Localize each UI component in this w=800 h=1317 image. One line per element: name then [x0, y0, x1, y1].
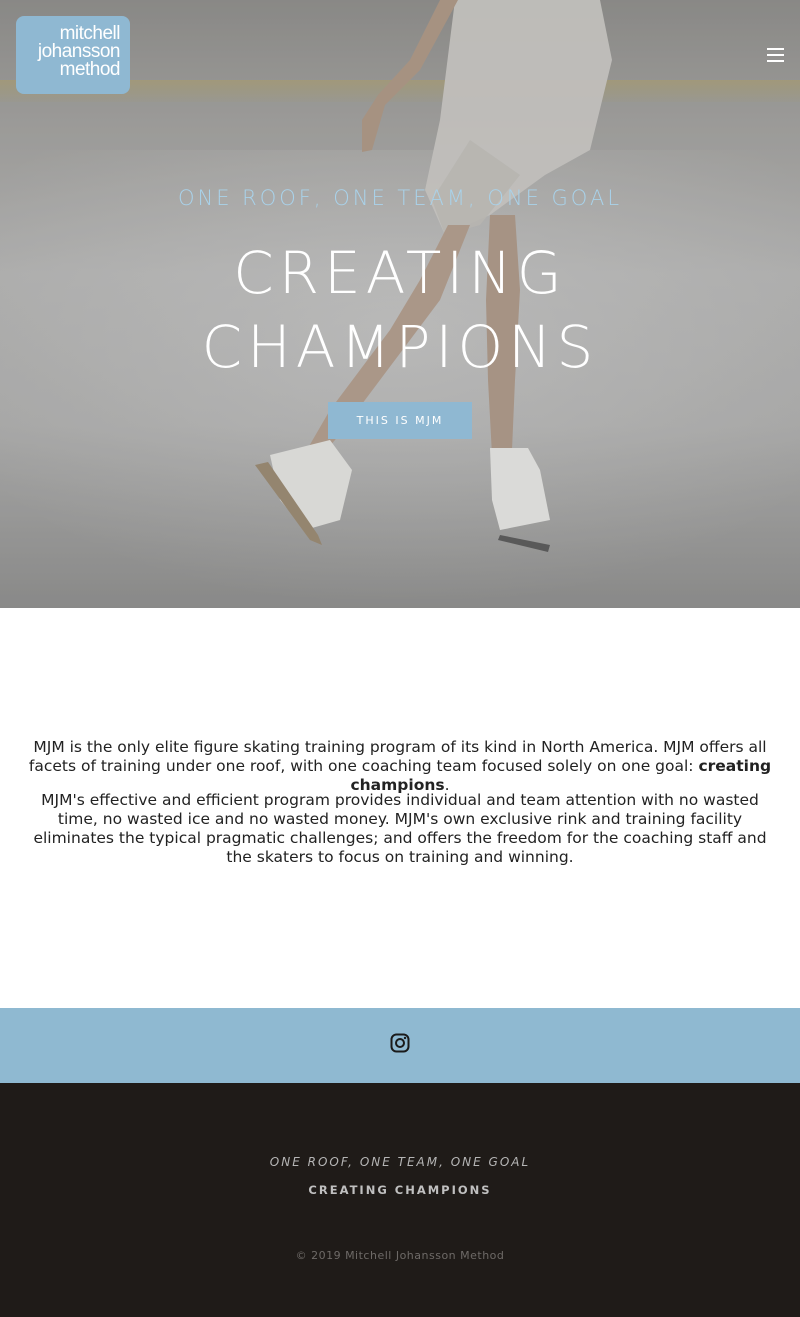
footer-heading: CREATING CHAMPIONS [308, 1183, 492, 1197]
site-footer: ONE ROOF, ONE TEAM, ONE GOAL CREATING CH… [0, 1083, 800, 1317]
instagram-icon[interactable] [390, 1033, 410, 1053]
about-p1-text: MJM is the only elite figure skating tra… [28, 738, 767, 775]
copyright-text: © 2019 Mitchell Johansson Method [295, 1249, 505, 1262]
hero-headline: CREATING CHAMPIONS [0, 236, 800, 384]
headline-line-1: CREATING [233, 239, 567, 307]
hero-section: mitchell johansson method ONE ROOF, ONE … [0, 0, 800, 608]
this-is-mjm-button[interactable]: THIS IS MJM [328, 402, 472, 439]
hero-tagline: ONE ROOF, ONE TEAM, ONE GOAL [177, 186, 623, 210]
site-logo[interactable]: mitchell johansson method [16, 16, 130, 94]
about-paragraph-2: MJM's effective and efficient program pr… [33, 791, 767, 866]
about-section: MJM is the only elite figure skating tra… [0, 608, 800, 1008]
logo-line-3: method [59, 59, 121, 80]
hamburger-menu-icon[interactable] [762, 44, 788, 66]
about-paragraph-1: MJM is the only elite figure skating tra… [20, 738, 780, 795]
social-bar [0, 1008, 800, 1083]
headline-line-2: CHAMPIONS [201, 313, 599, 381]
footer-tagline: ONE ROOF, ONE TEAM, ONE GOAL [269, 1155, 531, 1169]
